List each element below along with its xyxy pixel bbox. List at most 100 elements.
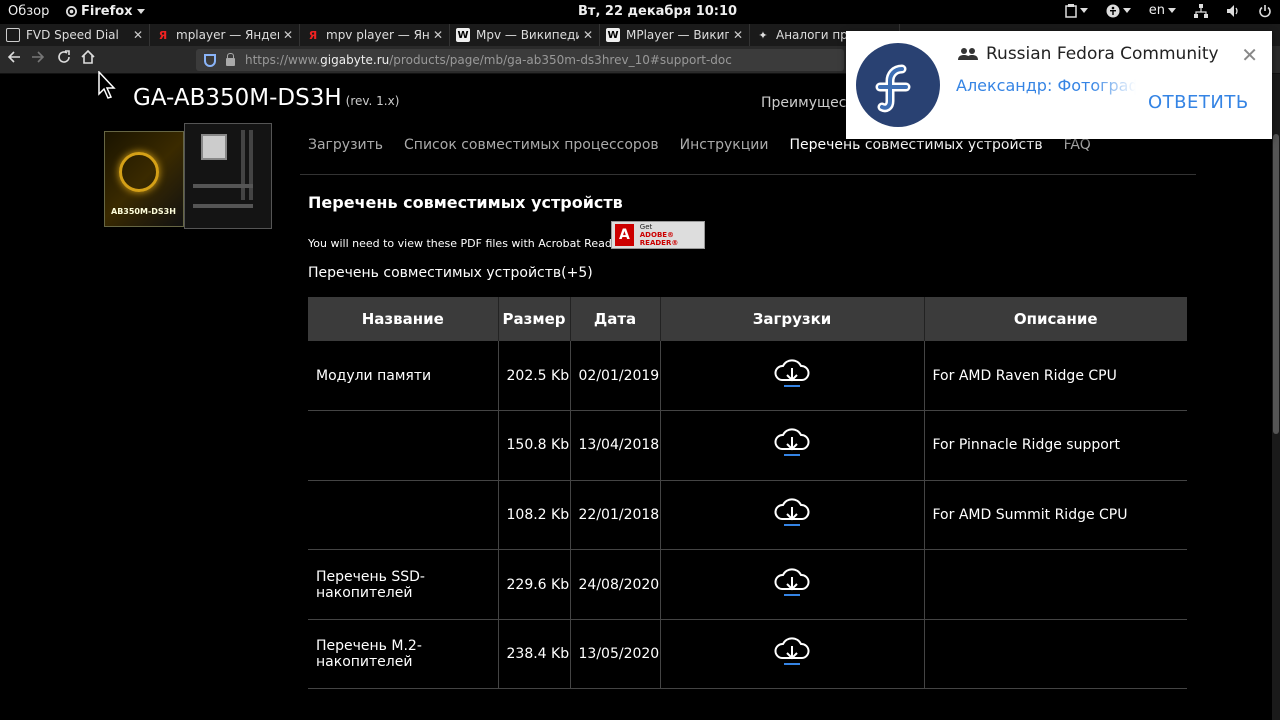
row-description: For AMD Raven Ridge CPU (924, 341, 1187, 412)
language-label: en (1148, 3, 1165, 18)
url-bar[interactable]: https://www. gigabyte.ru/products/page/mb… (196, 49, 844, 71)
cloud-download-icon[interactable] (773, 358, 811, 390)
gnome-top-bar: Обзор Firefox Вт, 22 декабря 10:10 en (0, 0, 1280, 24)
row-date: 22/01/2018 (570, 480, 661, 551)
arrow-left-icon (7, 51, 20, 63)
forward-button[interactable] (28, 50, 48, 70)
clock[interactable]: Вт, 22 декабря 10:10 (578, 4, 737, 19)
reply-button[interactable]: ОТВЕТИТЬ (1148, 92, 1249, 113)
cloud-download-icon[interactable] (773, 636, 811, 668)
row-name (308, 480, 499, 551)
row-date: 13/04/2018 (570, 410, 661, 481)
tab-faq[interactable]: FAQ (1064, 137, 1091, 153)
tab-mpv-wikipedia[interactable]: W Mpv — Википедия ✕ (450, 24, 600, 46)
row-size: 229.6 Kb (498, 549, 571, 620)
close-icon[interactable]: ✕ (283, 28, 293, 42)
row-description: For AMD Summit Ridge CPU (924, 480, 1187, 551)
close-icon[interactable]: ✕ (583, 28, 593, 42)
tab-title: mplayer — Яндекс (176, 28, 279, 42)
tab-manuals[interactable]: Инструкции (680, 137, 769, 153)
compatible-devices-table: Название Размер Дата Загрузки Описание М… (308, 297, 1187, 690)
row-size: 150.8 Kb (498, 410, 571, 481)
power-icon[interactable] (1258, 4, 1272, 18)
tab-download[interactable]: Загрузить (308, 137, 383, 153)
speed-dial-icon (6, 28, 20, 42)
table-row: 150.8 Kb 13/04/2018 For Pinnacle Ridge s… (308, 410, 1187, 481)
group-chat-icon (958, 48, 978, 60)
close-icon[interactable]: ✕ (133, 28, 143, 42)
notification-body: Александр: Фотографии (956, 76, 1136, 95)
close-icon[interactable]: ✕ (433, 28, 443, 42)
chevron-down-icon (1122, 8, 1131, 13)
row-description (924, 549, 1187, 620)
tracking-shield-icon[interactable] (204, 53, 216, 67)
row-date: 02/01/2019 (570, 341, 661, 412)
table-header: Название Размер Дата Загрузки Описание (308, 297, 1187, 341)
cloud-download-icon[interactable] (773, 497, 811, 529)
clipboard-menu[interactable] (1065, 3, 1088, 18)
adobe-reader: ADOBE® READER® (639, 231, 679, 247)
adobe-label: Get ADOBE® READER® (640, 223, 704, 247)
wikipedia-icon: W (456, 28, 470, 42)
download-cell (660, 619, 925, 690)
language-menu[interactable]: en (1149, 3, 1176, 18)
table-row: Модули памяти 202.5 Kb 02/01/2019 For AM… (308, 341, 1187, 412)
product-title: GA-AB350M-DS3H (rev. 1.x) (133, 85, 399, 111)
tab-mpv-yandex[interactable]: Я mpv player — Янд ✕ (300, 24, 450, 46)
tab-mplayer-wikipedia[interactable]: W MPlayer — Википе ✕ (600, 24, 750, 46)
motherboard-image (184, 123, 272, 229)
url-domain: gigabyte.ru (320, 53, 390, 67)
download-cell (660, 480, 925, 551)
close-icon[interactable]: ✕ (733, 28, 743, 42)
get-adobe-reader-button[interactable]: A Get ADOBE® READER® (611, 221, 705, 249)
tab-compatible-devices[interactable]: Перечень совместимых устройств (789, 137, 1042, 153)
system-tray: en (1065, 3, 1272, 18)
table-row: Перечень M.2-накопителей 238.4 Kb 13/05/… (308, 619, 1187, 690)
app-menu[interactable]: Firefox (66, 4, 145, 19)
row-description: For Pinnacle Ridge support (924, 410, 1187, 481)
network-icon[interactable] (1194, 3, 1208, 18)
ram-slot (249, 130, 253, 200)
row-size: 108.2 Kb (498, 480, 571, 551)
home-button[interactable] (78, 49, 98, 70)
tab-cpu-support[interactable]: Список совместимых процессоров (404, 137, 659, 153)
url-path: /products/page/mb/ga-ab350m-ds3hrev_10#s… (389, 53, 732, 67)
header-name: Название (308, 297, 499, 341)
tab-speed-dial[interactable]: FVD Speed Dial ✕ (0, 24, 150, 46)
mouse-cursor-icon (98, 71, 116, 99)
advantages-link[interactable]: Преимущест (761, 95, 855, 111)
header-downloads: Загрузки (660, 297, 925, 341)
row-size: 202.5 Kb (498, 341, 571, 412)
page-scrollbar[interactable] (1272, 74, 1280, 720)
header-size: Размер (498, 297, 571, 341)
tab-title: FVD Speed Dial (26, 28, 119, 42)
url-prefix: https://www. (245, 53, 321, 67)
tab-mplayer-yandex[interactable]: Я mplayer — Яндекс ✕ (150, 24, 300, 46)
notification-popup[interactable]: Russian Fedora Community Александр: Фото… (846, 31, 1272, 139)
scrollbar-thumb[interactable] (1273, 134, 1279, 434)
cloud-download-icon[interactable] (773, 427, 811, 459)
divider (300, 174, 1196, 175)
adobe-get: Get (639, 223, 653, 231)
download-cell (660, 341, 925, 412)
volume-icon[interactable] (1226, 4, 1240, 18)
accessibility-menu[interactable] (1106, 4, 1131, 18)
back-button[interactable] (4, 50, 24, 70)
reload-button[interactable] (54, 50, 74, 70)
cloud-download-icon[interactable] (773, 567, 811, 599)
product-image: AB350M-DS3H (104, 123, 272, 231)
activities-button[interactable]: Обзор (8, 4, 49, 19)
close-icon[interactable]: ✕ (1241, 43, 1258, 67)
notification-title: Russian Fedora Community (986, 44, 1219, 64)
chevron-down-icon (1168, 8, 1176, 13)
arrow-right-icon (32, 51, 45, 63)
table-row: 108.2 Kb 22/01/2018 For AMD Summit Ridge… (308, 480, 1187, 551)
ram-slot (241, 130, 245, 200)
lock-icon[interactable] (226, 52, 235, 66)
row-date: 24/08/2020 (570, 549, 661, 620)
box-label: AB350M-DS3H (111, 207, 176, 216)
app-name: Firefox (81, 4, 133, 19)
yandex-icon: Я (158, 28, 168, 42)
tab-title: MPlayer — Википе (626, 28, 729, 42)
clipboard-icon (1065, 3, 1077, 18)
